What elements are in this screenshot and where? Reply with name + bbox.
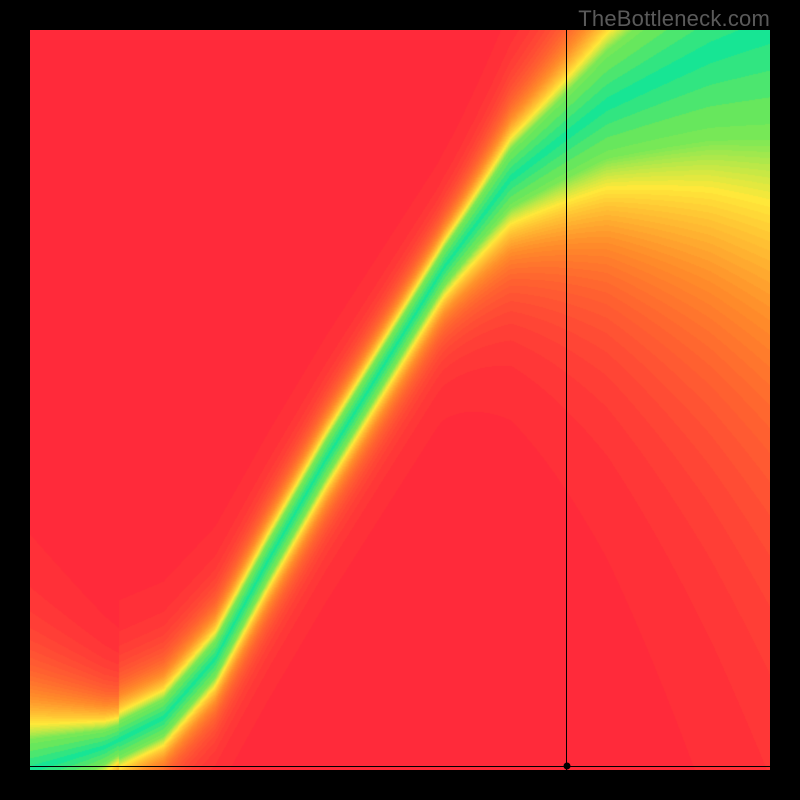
bottleneck-heatmap xyxy=(30,30,770,770)
crosshair-vertical-line xyxy=(566,30,567,770)
crosshair-horizontal-line xyxy=(30,766,770,767)
crosshair-point-icon xyxy=(563,763,570,770)
watermark-label: TheBottleneck.com xyxy=(578,6,770,32)
chart-frame: TheBottleneck.com xyxy=(0,0,800,800)
